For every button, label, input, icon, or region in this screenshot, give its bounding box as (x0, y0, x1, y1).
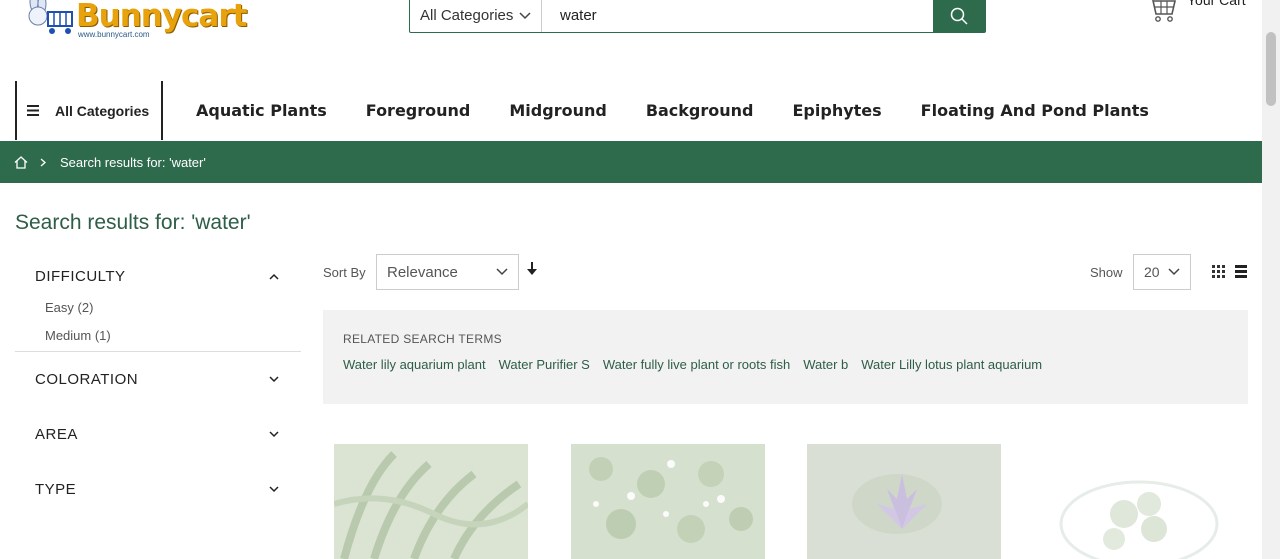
bunny-logo-icon (28, 0, 73, 34)
filter-difficulty-title: DIFFICULTY (35, 267, 126, 285)
sort-by-value: Relevance (387, 263, 458, 281)
chevron-down-icon (496, 268, 508, 276)
page-scrollbar[interactable] (1262, 0, 1280, 559)
list-icon[interactable] (1235, 265, 1247, 278)
chevron-down-icon (519, 11, 531, 19)
nav-link-aquatic-plants[interactable]: Aquatic Plants (196, 101, 327, 120)
nav-link-floating-pond-plants[interactable]: Floating And Pond Plants (921, 101, 1149, 120)
breadcrumb-current: Search results for: 'water' (60, 154, 206, 170)
cart-icon (1152, 0, 1177, 22)
grid-icon[interactable] (1212, 265, 1225, 278)
all-categories-label: All Categories (55, 102, 150, 119)
show-label: Show (1090, 265, 1123, 280)
filter-type-header[interactable]: TYPE (15, 462, 301, 517)
related-term-link[interactable]: Water Purifier S (499, 357, 590, 372)
nav-link-background[interactable]: Background (646, 101, 754, 120)
home-icon[interactable] (14, 155, 28, 169)
filter-coloration-title: COLORATION (35, 371, 139, 388)
related-term-link[interactable]: Water Lilly lotus plant aquarium (861, 357, 1042, 372)
chevron-right-icon (40, 158, 46, 166)
filter-area-title: AREA (35, 426, 78, 443)
main-nav: All Categories Aquatic Plants Foreground… (15, 81, 1188, 140)
page-title: Search results for: 'water' (15, 211, 251, 234)
search-category-label: All Categories (420, 7, 514, 24)
scrollbar-thumb[interactable] (1266, 32, 1276, 106)
search-bar: All Categories water (409, 0, 986, 33)
filter-option-easy[interactable]: Easy (2) (45, 294, 301, 322)
related-term-link[interactable]: Water fully live plant or roots fish (603, 357, 790, 372)
breadcrumb: Search results for: 'water' (0, 141, 1262, 183)
site-logo[interactable]: Bunnycart www.bunnycart.com (20, 0, 247, 40)
sort-by-label: Sort By (323, 265, 366, 280)
chevron-down-icon (269, 376, 279, 383)
filter-area-header[interactable]: AREA (15, 407, 301, 462)
all-categories-button[interactable]: All Categories (15, 81, 163, 140)
search-input-value: water (560, 7, 597, 24)
cart-label: Your Cart (1187, 0, 1246, 8)
product-image[interactable] (571, 444, 765, 559)
search-input[interactable]: water (542, 0, 933, 32)
search-button[interactable] (933, 0, 985, 32)
product-image[interactable] (807, 444, 1001, 559)
filter-sidebar: DIFFICULTY Easy (2) Medium (1) COLORATIO… (15, 258, 301, 517)
chevron-up-icon (269, 273, 279, 280)
show-limit-value: 20 (1144, 264, 1160, 280)
related-search-title: RELATED SEARCH TERMS (343, 332, 502, 346)
logo-url-text: www.bunnycart.com (78, 30, 150, 39)
arrow-down-icon[interactable] (526, 262, 538, 277)
sort-by-select[interactable]: Relevance (376, 254, 519, 290)
product-image[interactable] (334, 444, 528, 559)
cart-button[interactable]: Your Cart (1145, 0, 1246, 24)
nav-link-midground[interactable]: Midground (509, 101, 606, 120)
chevron-down-icon (1168, 268, 1180, 276)
related-term-link[interactable]: Water b (803, 357, 848, 372)
show-limit-select[interactable]: 20 (1133, 254, 1191, 290)
menu-icon (27, 105, 39, 116)
nav-link-foreground[interactable]: Foreground (366, 101, 471, 120)
product-image[interactable] (1044, 444, 1238, 559)
filter-difficulty-header[interactable]: DIFFICULTY (15, 258, 301, 294)
logo-brand-text: Bunnycart (76, 0, 247, 34)
related-term-link[interactable]: Water lily aquarium plant (343, 357, 486, 372)
filter-option-medium[interactable]: Medium (1) (45, 322, 301, 350)
filter-type-title: TYPE (35, 481, 77, 498)
filter-coloration-header[interactable]: COLORATION (15, 352, 301, 407)
related-search-terms: RELATED SEARCH TERMS Water lily aquarium… (323, 310, 1248, 404)
nav-link-epiphytes[interactable]: Epiphytes (793, 101, 882, 120)
search-icon (950, 7, 968, 25)
chevron-down-icon (269, 431, 279, 438)
chevron-down-icon (269, 486, 279, 493)
search-category-select[interactable]: All Categories (410, 0, 542, 32)
